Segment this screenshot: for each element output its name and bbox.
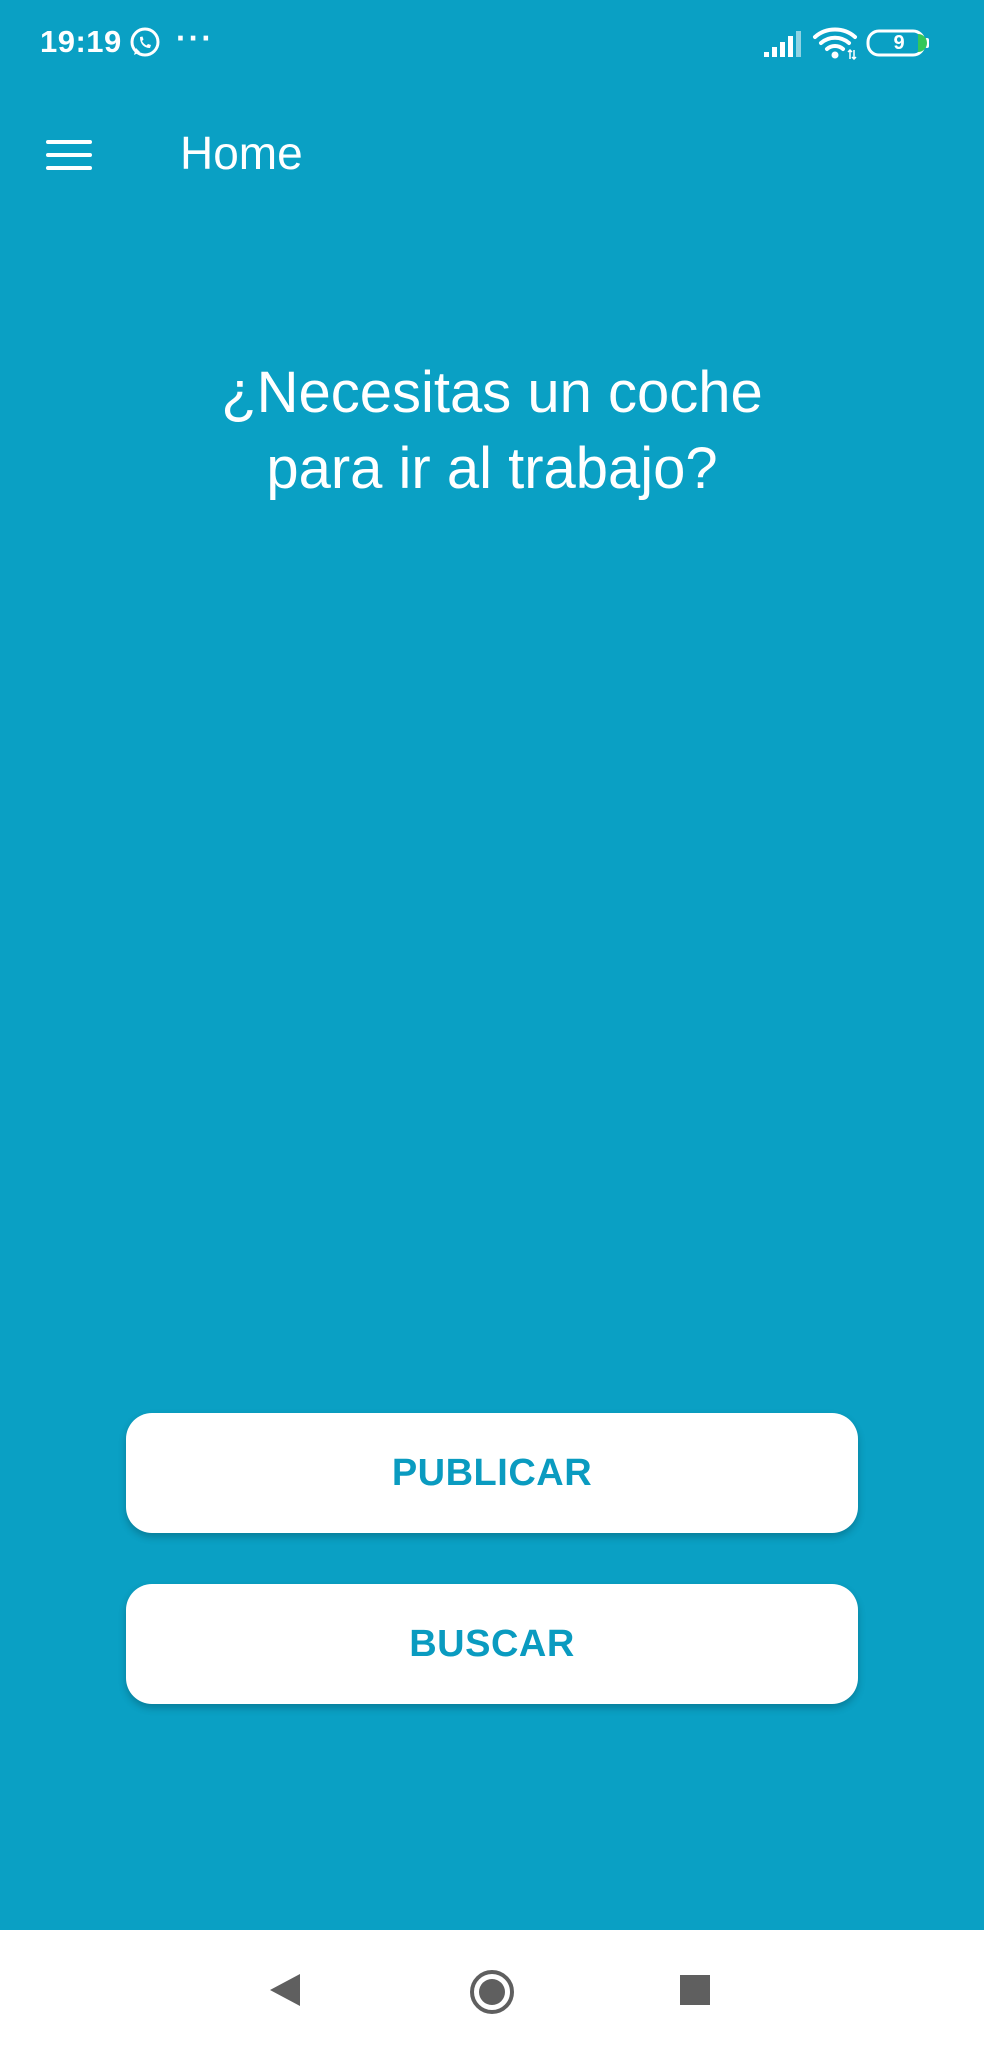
back-icon[interactable] — [268, 1972, 302, 2008]
battery-level: 9 — [893, 32, 905, 54]
more-notifications-icon: ··· — [176, 20, 214, 56]
page-title: Home — [180, 127, 303, 179]
publish-button[interactable]: PUBLICAR — [126, 1413, 858, 1533]
recents-icon[interactable] — [680, 1975, 710, 2005]
status-time: 19:19 — [40, 24, 122, 59]
app-bar: Home — [0, 100, 984, 208]
headline-line-1: ¿Necesitas un coche — [221, 360, 763, 425]
battery-icon: 9 — [866, 28, 932, 58]
home-icon[interactable] — [468, 1968, 516, 2016]
headline-line-2: para ir al trabajo? — [266, 436, 718, 501]
navigation-bar — [0, 1930, 984, 2048]
wifi-icon — [813, 27, 857, 60]
home-screen: 19:19 ··· 9 Home ¿Necesitas un coche par… — [0, 0, 984, 2048]
whatsapp-icon — [130, 27, 160, 57]
headline: ¿Necesitas un coche para ir al trabajo? — [92, 355, 892, 507]
status-bar: 19:19 ··· 9 — [0, 0, 984, 88]
signal-icon — [764, 31, 801, 57]
hamburger-menu-icon[interactable] — [34, 118, 106, 190]
search-button[interactable]: BUSCAR — [126, 1584, 858, 1704]
